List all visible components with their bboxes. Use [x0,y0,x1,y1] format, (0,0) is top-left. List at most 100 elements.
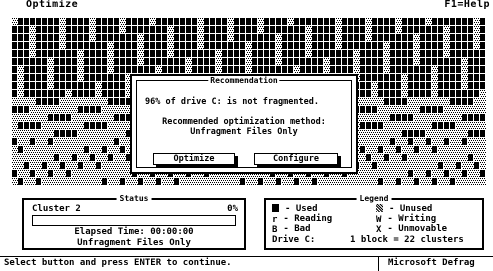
disk-block [372,74,377,81]
disk-block [156,42,161,49]
disk-block [264,58,269,65]
disk-block [370,34,371,35]
disk-block [33,104,34,105]
disk-block [113,44,114,45]
disk-block [171,48,172,49]
disk-block [240,42,245,49]
disk-block [420,114,421,115]
disk-block [170,26,171,27]
disk-block [354,50,355,51]
disk-block [93,132,94,133]
disk-block [68,110,69,111]
disk-block [221,68,222,69]
disk-block [374,86,375,87]
disk-block [427,20,428,21]
disk-block [260,26,261,27]
disk-block [355,60,356,61]
disk-block [138,26,143,33]
disk-block [120,50,125,57]
disk-block [384,50,385,51]
disk-block [483,128,484,129]
disk-block [430,126,431,127]
disk-block [90,26,91,27]
disk-block [400,110,401,111]
disk-block [199,48,200,49]
disk-block [359,120,360,121]
disk-block [156,50,161,57]
disk-block [484,122,485,123]
disk-block [62,30,63,31]
disk-block [30,74,35,81]
disk-block [468,66,473,73]
disk-block [128,106,129,107]
disk-block [162,26,167,33]
disk-block [240,34,245,41]
disk-block [366,58,371,65]
disk-block [450,50,455,57]
disk-block [84,58,89,65]
disk-block [433,116,434,117]
disk-block [447,112,448,113]
disk-block [369,100,370,101]
optimize-menu[interactable]: Optimize [26,0,78,10]
disk-block [472,122,473,123]
disk-block [64,22,65,23]
disk-block [434,94,435,95]
disk-block [366,66,371,73]
disk-block [432,26,437,33]
disk-block [31,112,32,113]
disk-block [478,46,479,47]
disk-block [436,102,437,103]
disk-block [83,100,84,101]
disk-block [251,72,252,73]
disk-block [192,34,197,41]
disk-block [464,82,465,83]
disk-block [118,122,119,123]
disk-block [470,122,471,123]
disk-block [442,118,443,119]
disk-block [42,90,47,97]
disk-block [49,128,50,129]
disk-block [63,32,64,33]
disk-block [339,36,340,37]
disk-block [108,58,109,59]
disk-block [476,42,477,43]
help-hint[interactable]: F1=Help [444,0,490,10]
disk-block [342,58,347,65]
disk-block [409,104,410,105]
disk-block [480,122,481,123]
disk-block [93,40,94,41]
disk-block [24,18,29,25]
disk-block [111,64,112,65]
disk-block [65,124,66,125]
disk-block [44,114,45,115]
disk-block [222,66,227,73]
disk-block [17,128,18,129]
disk-block [108,126,109,127]
disk-block [72,114,73,115]
disk-block [426,18,427,19]
disk-block [91,28,92,29]
disk-block [415,120,416,121]
disk-block [388,58,389,59]
disk-block [448,110,449,111]
disk-block [210,34,215,41]
disk-block [32,106,33,107]
disk-block [122,122,123,123]
disk-block [441,116,442,117]
disk-block [123,124,124,125]
disk-block [277,48,278,49]
disk-block [338,46,339,47]
disk-block [417,128,418,129]
disk-block [102,42,107,49]
disk-block [42,42,47,49]
disk-block [50,82,51,83]
disk-block [92,114,93,115]
disk-block [418,34,419,35]
disk-block [425,116,426,117]
disk-block [401,112,402,113]
disk-block [109,56,110,57]
disk-block [419,104,420,105]
disk-block [407,124,408,125]
disk-block [81,68,82,69]
